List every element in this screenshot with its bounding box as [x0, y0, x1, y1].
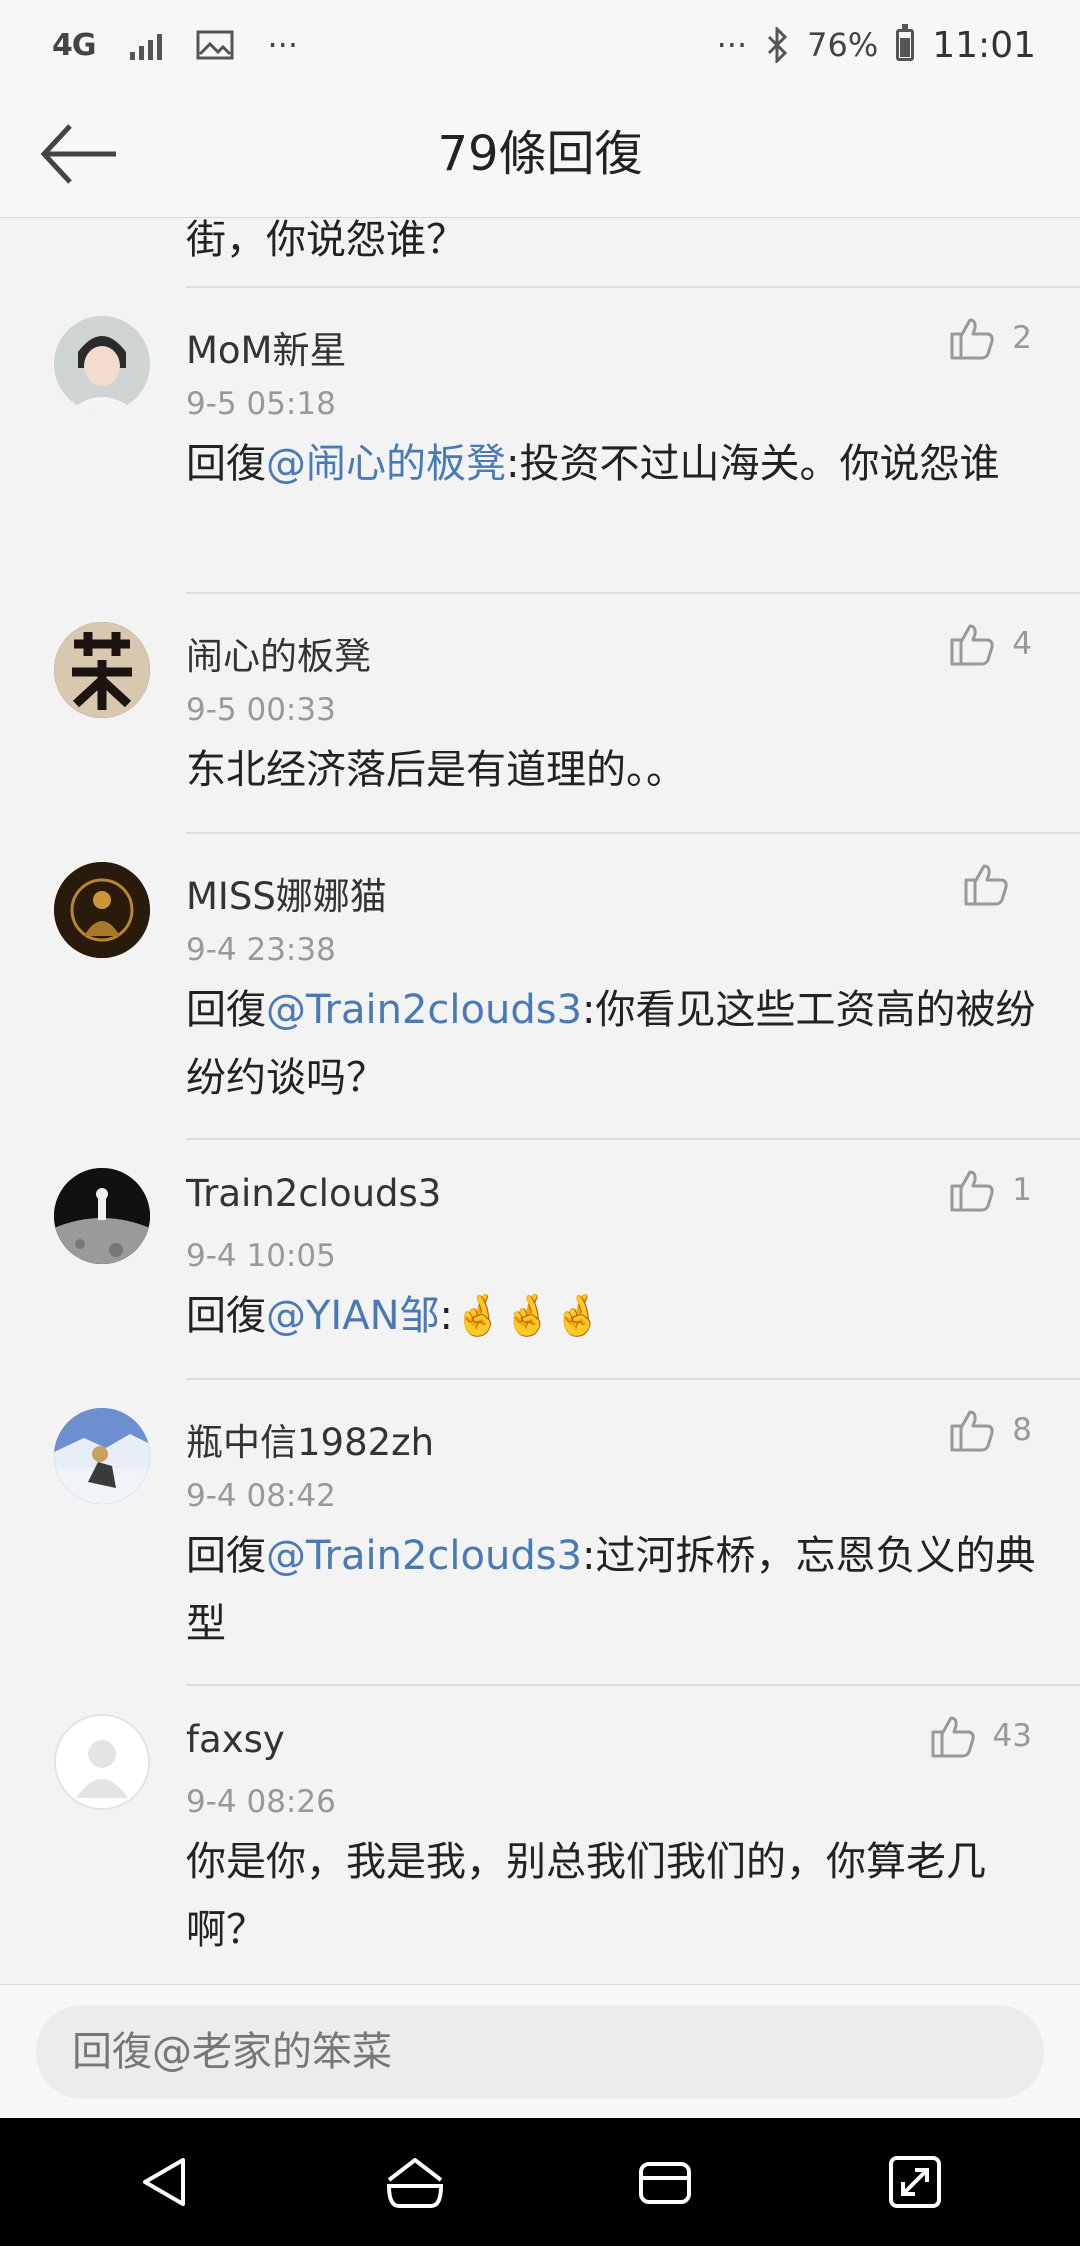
expand-icon — [889, 2156, 941, 2208]
nav-recents-button[interactable] — [620, 2137, 710, 2227]
default-avatar-icon — [56, 1716, 148, 1808]
comment-item[interactable]: MoM新星 9-5 05:18 回復@闹心的板凳:投资不过山海关。你说怨谁 2 — [0, 286, 1080, 592]
timestamp: 9-4 10:05 — [186, 1238, 336, 1274]
divider — [186, 1684, 1080, 1686]
emoji: 🤞🤞🤞 — [453, 1293, 603, 1339]
username[interactable]: 瓶中信1982zh — [186, 1412, 434, 1466]
comment-item[interactable]: faxsy 9-4 08:26 你是你，我是我，别总我们我们的，你算老几啊？ 4… — [0, 1684, 1080, 1984]
divider — [186, 832, 1080, 834]
comment-item[interactable]: MISS娜娜猫 9-4 23:38 回復@Train2clouds3:你看见这些… — [0, 832, 1080, 1138]
username[interactable]: MoM新星 — [186, 320, 346, 374]
comment-body: 回復@闹心的板凳:投资不过山海关。你说怨谁 — [186, 430, 1040, 498]
status-right-overflow: ··· — [716, 26, 748, 64]
thumbs-up-icon — [950, 1170, 994, 1212]
like-count: 1 — [1012, 1172, 1032, 1208]
avatar[interactable] — [54, 1168, 150, 1264]
timestamp: 9-4 23:38 — [186, 932, 336, 968]
status-bar: 4G ··· ··· 76% 11:01 — [0, 0, 1080, 90]
comment-item[interactable]: 瓶中信1982zh 9-4 08:42 回復@Train2clouds3:过河拆… — [0, 1378, 1080, 1684]
divider — [186, 592, 1080, 594]
timestamp: 9-4 08:26 — [186, 1784, 336, 1820]
battery-percent: 76% — [807, 26, 879, 64]
comment-text: 东北经济落后是有道理的。。 — [186, 747, 686, 793]
like-button[interactable]: 2 — [948, 314, 1032, 362]
divider — [186, 286, 1080, 288]
signal-icon — [129, 30, 162, 60]
timestamp: 9-4 08:42 — [186, 1478, 336, 1514]
thumbs-up-icon — [931, 1716, 975, 1758]
divider — [186, 1378, 1080, 1380]
comment-text: :投资不过山海关。你说怨谁 — [506, 441, 1000, 487]
like-count: 2 — [1012, 320, 1032, 356]
thumbs-up-icon — [950, 1410, 994, 1452]
nav-back-icon — [143, 2158, 185, 2206]
avatar[interactable] — [54, 622, 150, 718]
avatar[interactable] — [54, 1714, 150, 1810]
thumbs-up-icon — [950, 624, 994, 666]
nav-home-icon — [386, 2158, 444, 2208]
timestamp: 9-5 05:18 — [186, 386, 336, 422]
mention-link[interactable]: @闹心的板凳 — [266, 441, 506, 487]
comment-body: 回復@YIAN邹:🤞🤞🤞 — [186, 1282, 1040, 1350]
like-button[interactable]: 1 — [948, 1166, 1032, 1214]
status-right: ··· 76% 11:01 — [716, 24, 1036, 66]
reply-input[interactable] — [36, 2005, 1044, 2099]
clock: 11:01 — [932, 24, 1036, 66]
status-left: 4G ··· — [52, 26, 298, 64]
avatar-image-icon — [54, 1408, 150, 1504]
username[interactable]: faxsy — [186, 1718, 285, 1761]
comment-body: 回復@Train2clouds3:过河拆桥，忘恩负义的典型 — [186, 1522, 1040, 1658]
comment-body: 回復@Train2clouds3:你看见这些工资高的被纷纷约谈吗？ — [186, 976, 1040, 1112]
avatar[interactable] — [54, 862, 150, 958]
page-title: 79條回復 — [437, 126, 643, 182]
comment-text: : — [439, 1293, 453, 1339]
thumbs-up-icon — [950, 318, 994, 360]
bluetooth-icon — [768, 27, 788, 63]
like-button[interactable]: 4 — [948, 620, 1032, 668]
mention-link[interactable]: @Train2clouds3 — [266, 1533, 582, 1579]
reply-prefix: 回復 — [186, 1533, 266, 1579]
username[interactable]: MISS娜娜猫 — [186, 866, 387, 920]
like-count: 4 — [1012, 626, 1032, 662]
username[interactable]: Train2clouds3 — [186, 1172, 441, 1215]
mention-link[interactable]: @YIAN邹 — [266, 1293, 440, 1339]
avatar-image-icon — [54, 316, 150, 412]
image-icon — [196, 30, 233, 60]
comment-body: 东北经济落后是有道理的。。 — [186, 736, 1040, 804]
avatar-image-icon — [54, 622, 150, 718]
comment-body: 你是你，我是我，别总我们我们的，你算老几啊？ — [186, 1828, 1040, 1964]
comment-item[interactable]: 闹心的板凳 9-5 00:33 东北经济落后是有道理的。。 4 — [0, 592, 1080, 832]
avatar-image-icon — [54, 862, 150, 958]
system-nav-bar — [0, 2118, 1080, 2246]
like-button[interactable]: 43 — [929, 1712, 1032, 1760]
like-button[interactable] — [962, 860, 1026, 908]
timestamp: 9-5 00:33 — [186, 692, 336, 728]
username[interactable]: 闹心的板凳 — [186, 626, 371, 680]
avatar-image-icon — [54, 1168, 150, 1264]
reply-prefix: 回復 — [186, 1293, 266, 1339]
comment-list[interactable]: 街，你说怨谁？ MoM新星 9-5 05:18 回復@闹心的板凳:投资不过山海关… — [0, 218, 1080, 1984]
avatar[interactable] — [54, 1408, 150, 1504]
divider — [186, 1138, 1080, 1140]
nav-expand-button[interactable] — [870, 2137, 960, 2227]
comment-item[interactable]: Train2clouds3 9-4 10:05 回復@YIAN邹:🤞🤞🤞 1 — [0, 1138, 1080, 1378]
reply-prefix: 回復 — [186, 987, 266, 1033]
partial-comment-text: 街，你说怨谁？ — [186, 218, 466, 263]
like-count: 43 — [992, 1718, 1032, 1754]
battery-icon — [896, 24, 915, 61]
header: 79條回復 — [0, 90, 1080, 218]
reply-bar — [0, 1984, 1080, 2118]
nav-home-button[interactable] — [370, 2137, 460, 2227]
avatar[interactable] — [54, 316, 150, 412]
like-count: 8 — [1012, 1412, 1032, 1448]
thumbs-up-icon — [964, 864, 1008, 906]
comment-text: 你是你，我是我，别总我们我们的，你算老几啊？ — [186, 1839, 986, 1953]
status-overflow: ··· — [267, 26, 299, 64]
reply-prefix: 回復 — [186, 441, 266, 487]
network-type: 4G — [52, 27, 96, 63]
mention-link[interactable]: @Train2clouds3 — [266, 987, 582, 1033]
nav-recents-icon — [639, 2162, 691, 2204]
nav-back-button[interactable] — [120, 2137, 210, 2227]
like-button[interactable]: 8 — [948, 1406, 1032, 1454]
